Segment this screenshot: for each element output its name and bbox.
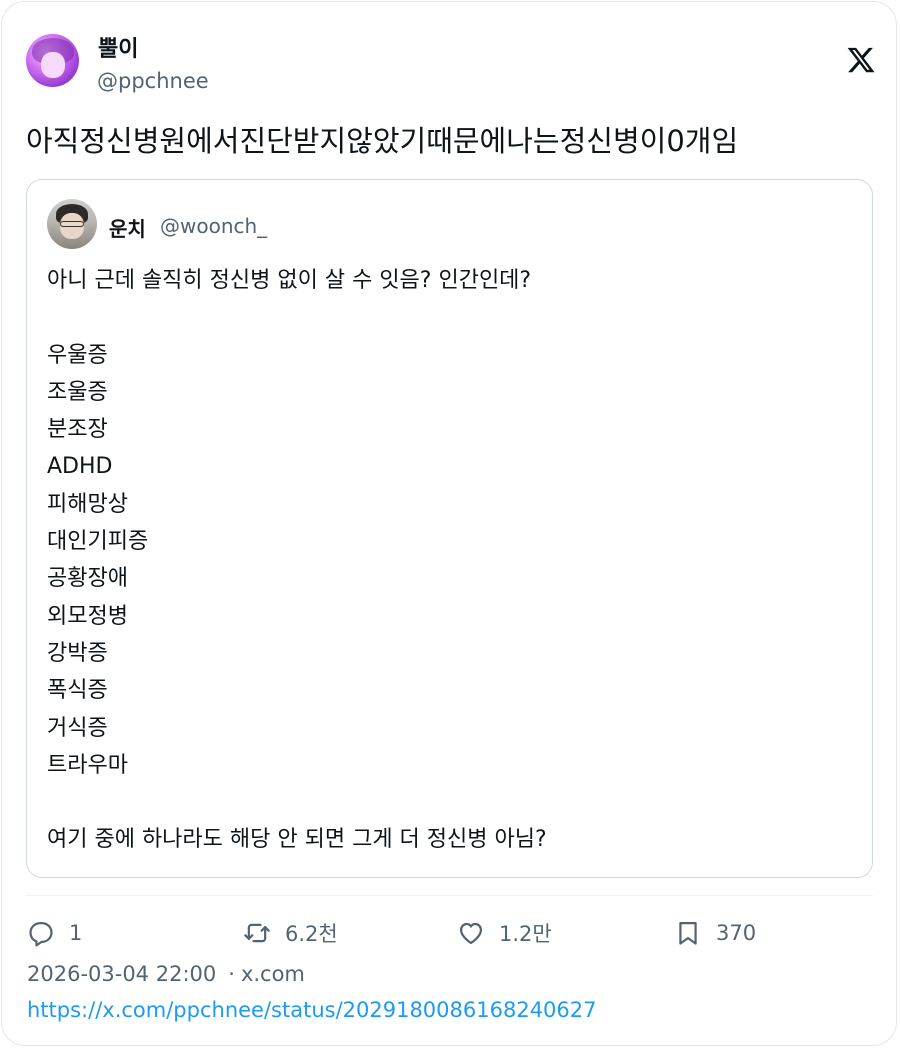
- reply-count: 1: [69, 921, 83, 945]
- bookmark-button[interactable]: 370: [674, 916, 756, 950]
- quoted-line: 공황장애: [47, 566, 128, 592]
- reply-button[interactable]: 1: [27, 916, 82, 950]
- quoted-line: 폭식증: [47, 678, 108, 704]
- quoted-line: 외모정병: [47, 603, 128, 629]
- quoted-line: [47, 299, 547, 336]
- quoted-author-avatar[interactable]: [47, 199, 97, 249]
- quoted-line: 피해망상: [47, 491, 128, 517]
- quoted-line: 조울증: [47, 379, 108, 405]
- quoted-line: 우울증: [47, 342, 108, 368]
- quoted-line: 거식증: [47, 715, 108, 741]
- quoted-line: ADHD: [47, 454, 113, 480]
- quoted-line: 아니 근데 솔직히 정신병 없이 살 수 잇음? 인간인데?: [47, 268, 532, 293]
- quoted-line: 분조장: [47, 417, 108, 443]
- bookmark-icon: [679, 921, 697, 945]
- tweet-meta: 2026-03-04 22:00 · x.com: [27, 962, 305, 986]
- quoted-line: [47, 784, 547, 821]
- author-avatar[interactable]: [26, 34, 79, 87]
- x-logo-icon[interactable]: [846, 45, 876, 75]
- timestamp[interactable]: 2026-03-04 22:00: [27, 962, 216, 986]
- avatar-face: [41, 52, 65, 78]
- quoted-tweet-text: 아니 근데 솔직히 정신병 없이 살 수 잇음? 인간인데? 우울증 조울증 분…: [47, 262, 547, 859]
- quoted-author-display-name[interactable]: 운치: [109, 213, 146, 242]
- like-count: 1.2만: [499, 922, 552, 946]
- quoted-tweet[interactable]: 운치 @woonch_ 아니 근데 솔직히 정신병 없이 살 수 잇음? 인간인…: [26, 179, 873, 878]
- like-button[interactable]: 1.2만: [457, 916, 552, 950]
- quoted-line: 대인기피증: [47, 529, 149, 555]
- reply-bubble-icon: [29, 921, 53, 947]
- meta-separator: ·: [228, 962, 235, 986]
- quoted-avatar-glasses: [60, 221, 84, 227]
- author-display-name[interactable]: 뿔이: [98, 31, 138, 63]
- source-label[interactable]: x.com: [241, 962, 305, 986]
- retweet-button[interactable]: 6.2천: [243, 916, 338, 950]
- tweet-text: 아직정신병원에서진단받지않았기때문에나는정신병이0개임: [26, 124, 739, 158]
- heart-icon: [459, 922, 483, 945]
- quoted-line: 트라우마: [47, 752, 128, 778]
- divider: [26, 895, 873, 896]
- bookmark-count: 370: [716, 921, 757, 945]
- quoted-line: 강박증: [47, 640, 108, 666]
- tweet-url-link[interactable]: https://x.com/ppchnee/status/20291800861…: [27, 998, 597, 1022]
- retweet-icon: [244, 923, 270, 943]
- quoted-line: 여기 중에 하나라도 해당 안 되면 그게 더 정신병 아님?: [47, 827, 547, 853]
- quoted-author-handle[interactable]: @woonch_: [160, 214, 267, 238]
- author-handle[interactable]: @ppchnee: [97, 69, 209, 93]
- retweet-count: 6.2천: [285, 922, 338, 946]
